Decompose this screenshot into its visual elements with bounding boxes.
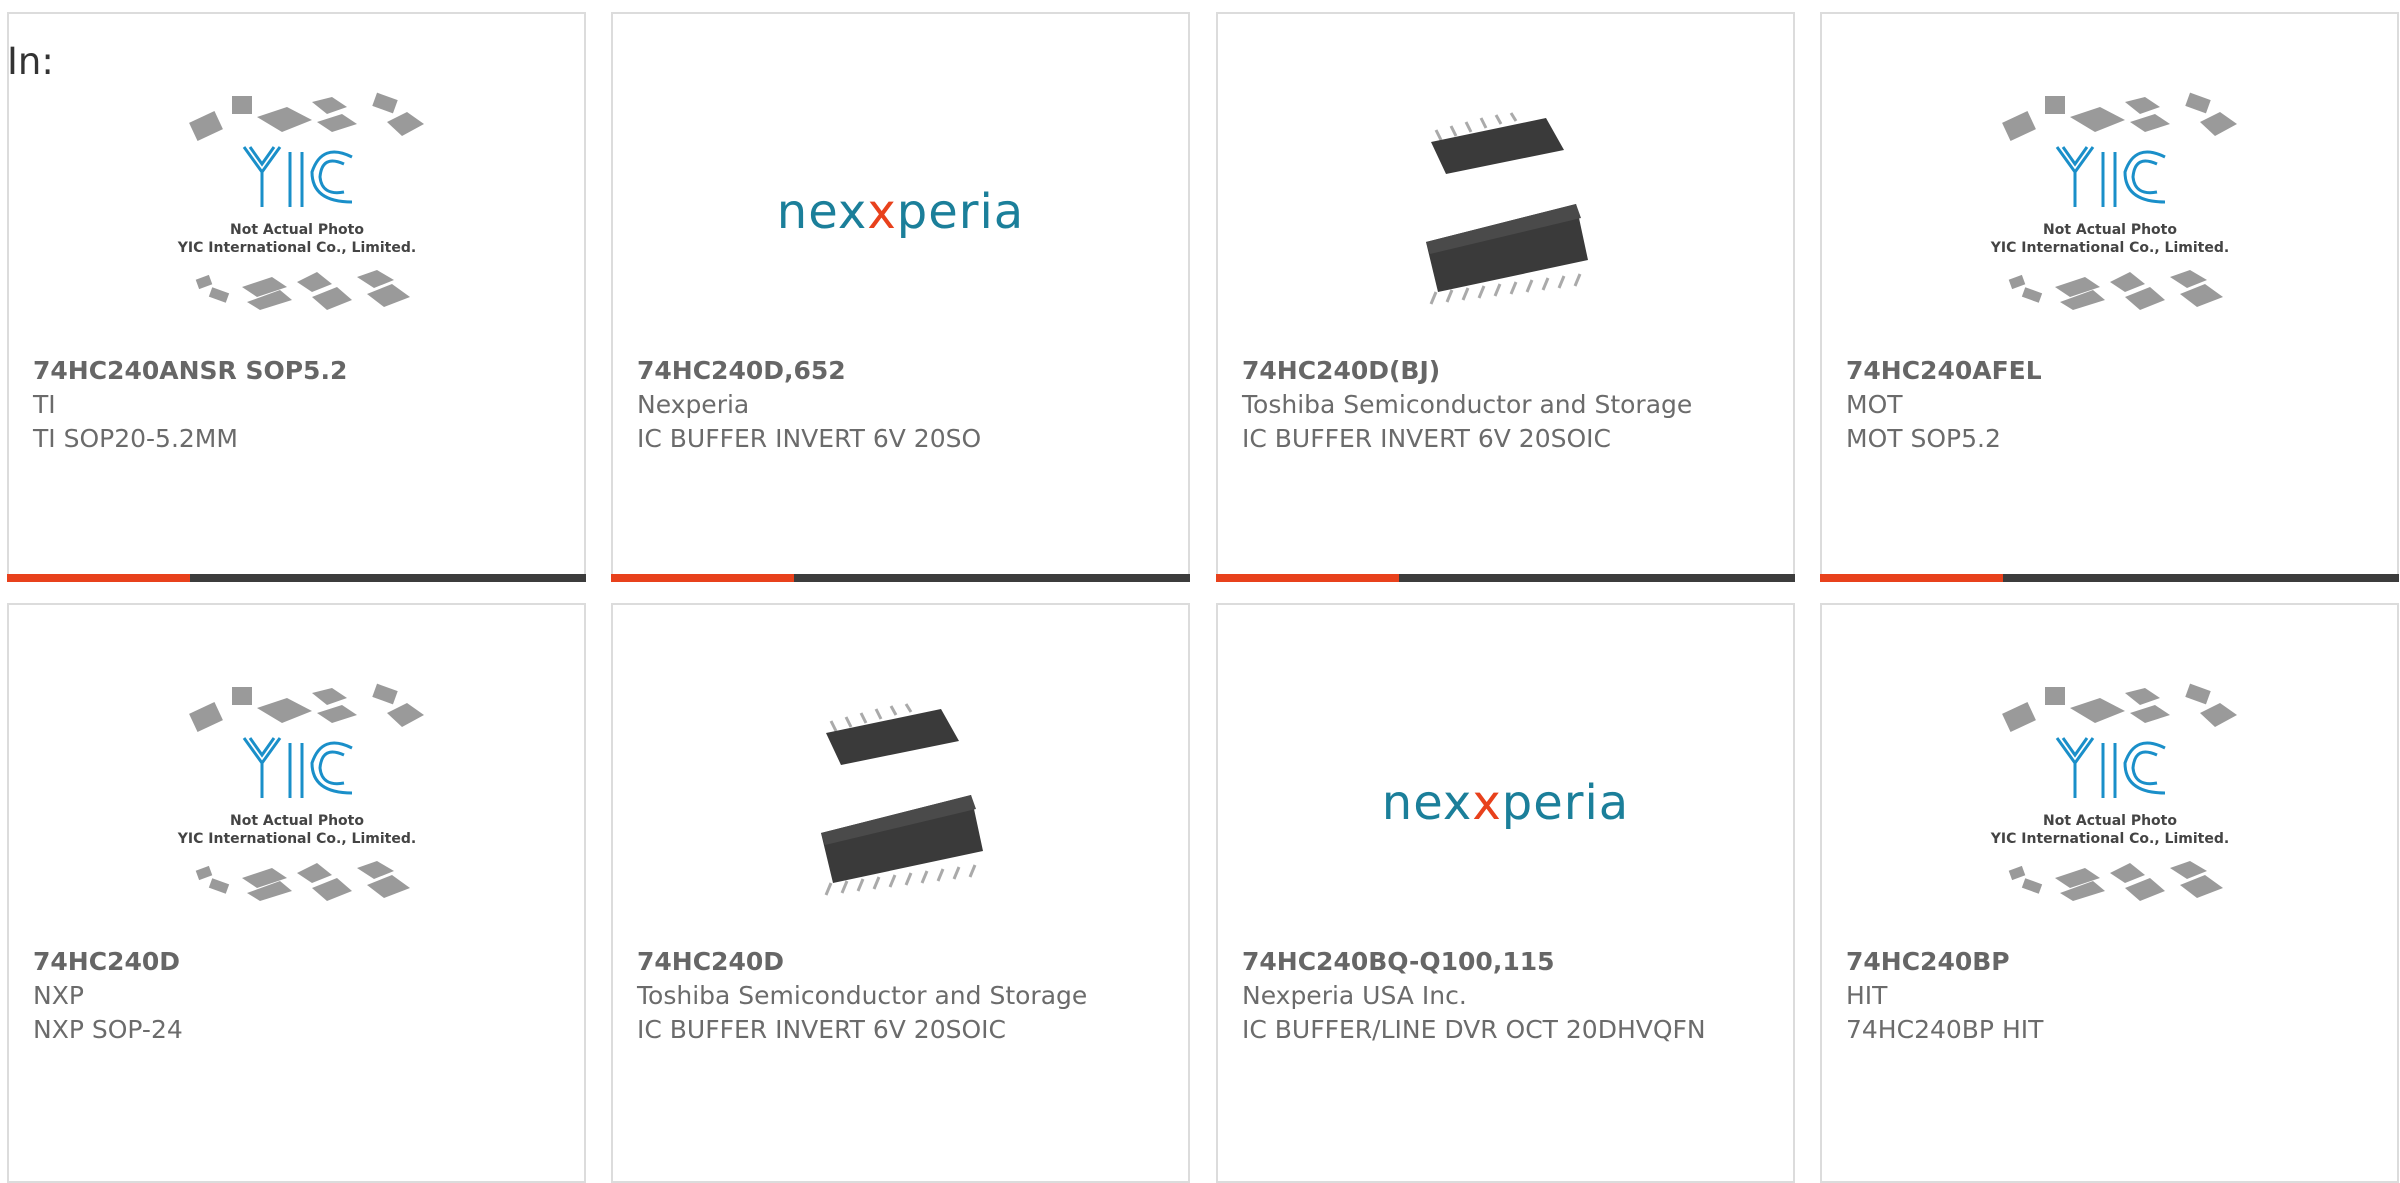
manufacturer: TI xyxy=(33,390,56,419)
product-image[interactable]: Not Actual Photo YIC International Co., … xyxy=(1822,670,2397,935)
product-image[interactable]: nexxperia xyxy=(613,79,1188,344)
description: TI SOP20-5.2MM xyxy=(33,424,238,453)
placeholder-line1: Not Actual Photo xyxy=(2043,222,2177,238)
description: IC BUFFER/LINE DVR OCT 20DHVQFN xyxy=(1242,1015,1706,1044)
placeholder-line2: YIC International Co., Limited. xyxy=(1989,240,2228,256)
card-bottom-bar xyxy=(7,574,586,582)
card-accent-bar xyxy=(1216,574,1399,582)
product-image[interactable]: Not Actual Photo YIC International Co., … xyxy=(9,670,584,935)
placeholder-line2: YIC International Co., Limited. xyxy=(176,831,415,847)
placeholder-line1: Not Actual Photo xyxy=(230,222,364,238)
description: IC BUFFER INVERT 6V 20SO xyxy=(637,424,982,453)
product-image[interactable] xyxy=(1218,79,1793,344)
yic-placeholder-image: Not Actual Photo YIC International Co., … xyxy=(176,92,424,310)
product-info: 74HC240D NXP NXP SOP-24 xyxy=(33,945,560,1047)
part-number[interactable]: 74HC240ANSR SOP5.2 xyxy=(33,354,560,388)
card-bottom-bar xyxy=(1216,574,1795,582)
manufacturer: Toshiba Semiconductor and Storage xyxy=(1242,390,1693,419)
card-bottom-bar xyxy=(611,574,1190,582)
product-card[interactable]: 74HC240D(BJ) Toshiba Semiconductor and S… xyxy=(1216,12,1795,582)
yic-placeholder-image: Not Actual Photo YIC International Co., … xyxy=(176,683,424,901)
product-info: 74HC240D Toshiba Semiconductor and Stora… xyxy=(637,945,1164,1047)
nexperia-logo: nexxperia xyxy=(1381,774,1630,831)
product-card[interactable]: Not Actual Photo YIC International Co., … xyxy=(7,603,586,1183)
soic-chip-image xyxy=(820,702,983,896)
manufacturer: Nexperia USA Inc. xyxy=(1242,981,1467,1010)
description: 74HC240BP HIT xyxy=(1846,1015,2044,1044)
product-card[interactable]: Not Actual Photo YIC International Co., … xyxy=(1820,603,2399,1183)
manufacturer: HIT xyxy=(1846,981,1888,1010)
product-card[interactable]: nexxperia 74HC240BQ-Q100,115 Nexperia US… xyxy=(1216,603,1795,1183)
part-number[interactable]: 74HC240AFEL xyxy=(1846,354,2373,388)
product-info: 74HC240D,652 Nexperia IC BUFFER INVERT 6… xyxy=(637,354,1164,456)
card-bottom-bar xyxy=(1820,574,2399,582)
filter-label: In: xyxy=(7,40,54,83)
card-accent-bar xyxy=(1820,574,2003,582)
card-accent-bar xyxy=(7,574,190,582)
placeholder-line2: YIC International Co., Limited. xyxy=(176,240,415,256)
product-card[interactable]: Not Actual Photo YIC International Co., … xyxy=(7,12,586,582)
manufacturer: MOT xyxy=(1846,390,1903,419)
product-grid: In: Not Actual Photo YIC International C… xyxy=(0,0,2400,1183)
product-card[interactable]: nexxperia 74HC240D,652 Nexperia IC BUFFE… xyxy=(611,12,1190,582)
product-image[interactable]: Not Actual Photo YIC International Co., … xyxy=(9,79,584,344)
part-number[interactable]: 74HC240D xyxy=(33,945,560,979)
manufacturer: Toshiba Semiconductor and Storage xyxy=(637,981,1088,1010)
product-info: 74HC240BQ-Q100,115 Nexperia USA Inc. IC … xyxy=(1242,945,1769,1047)
product-info: 74HC240D(BJ) Toshiba Semiconductor and S… xyxy=(1242,354,1769,456)
nexperia-logo: nexxperia xyxy=(776,183,1025,240)
description: MOT SOP5.2 xyxy=(1846,424,2001,453)
part-number[interactable]: 74HC240D(BJ) xyxy=(1242,354,1769,388)
product-info: 74HC240BP HIT 74HC240BP HIT xyxy=(1846,945,2373,1047)
product-card[interactable]: Not Actual Photo YIC International Co., … xyxy=(1820,12,2399,582)
product-image[interactable] xyxy=(613,670,1188,935)
soic-chip-image xyxy=(1425,111,1588,305)
placeholder-line2: YIC International Co., Limited. xyxy=(1989,831,2228,847)
card-accent-bar xyxy=(611,574,794,582)
placeholder-line1: Not Actual Photo xyxy=(2043,813,2177,829)
yic-placeholder-image: Not Actual Photo YIC International Co., … xyxy=(1989,683,2237,901)
part-number[interactable]: 74HC240D,652 xyxy=(637,354,1164,388)
description: IC BUFFER INVERT 6V 20SOIC xyxy=(1242,424,1611,453)
description: NXP SOP-24 xyxy=(33,1015,183,1044)
yic-placeholder-image: Not Actual Photo YIC International Co., … xyxy=(1989,92,2237,310)
part-number[interactable]: 74HC240BP xyxy=(1846,945,2373,979)
manufacturer: NXP xyxy=(33,981,84,1010)
part-number[interactable]: 74HC240BQ-Q100,115 xyxy=(1242,945,1769,979)
product-image[interactable]: Not Actual Photo YIC International Co., … xyxy=(1822,79,2397,344)
product-card[interactable]: 74HC240D Toshiba Semiconductor and Stora… xyxy=(611,603,1190,1183)
description: IC BUFFER INVERT 6V 20SOIC xyxy=(637,1015,1006,1044)
product-image[interactable]: nexxperia xyxy=(1218,670,1793,935)
manufacturer: Nexperia xyxy=(637,390,750,419)
product-info: 74HC240AFEL MOT MOT SOP5.2 xyxy=(1846,354,2373,456)
placeholder-line1: Not Actual Photo xyxy=(230,813,364,829)
part-number[interactable]: 74HC240D xyxy=(637,945,1164,979)
product-info: 74HC240ANSR SOP5.2 TI TI SOP20-5.2MM xyxy=(33,354,560,456)
